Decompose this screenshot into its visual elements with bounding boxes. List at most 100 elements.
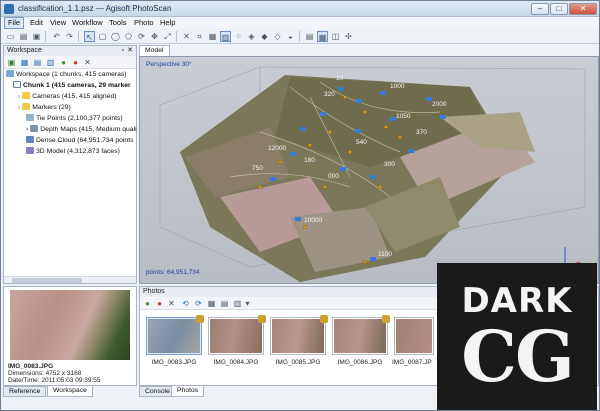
menu-tools[interactable]: Tools: [106, 18, 130, 27]
tab-reference[interactable]: Reference: [3, 386, 47, 397]
delete-selection-icon[interactable]: ✕: [181, 31, 192, 42]
menu-photo[interactable]: Photo: [131, 18, 157, 27]
crop-selection-icon[interactable]: ⌗: [194, 31, 205, 42]
minimize-button[interactable]: –: [531, 3, 549, 15]
reset-filter-icon[interactable]: ▦: [206, 298, 217, 309]
menu-view[interactable]: View: [47, 18, 69, 27]
menu-help[interactable]: Help: [157, 18, 178, 27]
tree-cameras[interactable]: › Cameras (415, 415 aligned): [18, 92, 117, 102]
circle-selection-icon[interactable]: ◯: [110, 31, 121, 42]
tree-dense-cloud[interactable]: Dense Cloud (64,951,734 points: [26, 136, 134, 146]
textured-model-icon[interactable]: ◒: [285, 31, 296, 42]
marker-icon[interactable]: [362, 259, 367, 264]
rotate-left-icon[interactable]: ⟲: [180, 298, 191, 309]
camera-icon[interactable]: [370, 257, 376, 261]
dense-cloud-icon[interactable]: ◈: [246, 31, 257, 42]
point-cloud-icon[interactable]: ⁘: [233, 31, 244, 42]
redo-icon[interactable]: ↷: [64, 31, 75, 42]
show-trackball-icon[interactable]: ◫: [330, 31, 341, 42]
marker-icon[interactable]: [277, 159, 282, 164]
maximize-button[interactable]: □: [550, 3, 568, 15]
close-pane-icon[interactable]: ✕: [127, 46, 133, 56]
add-photos-icon[interactable]: ▦: [19, 57, 30, 68]
disable-icon[interactable]: ●: [70, 57, 81, 68]
close-button[interactable]: ✕: [569, 3, 597, 15]
marker-icon[interactable]: [302, 224, 307, 229]
tree-workspace-root[interactable]: Workspace (1 chunks, 415 cameras): [6, 70, 127, 80]
photo-thumbnail[interactable]: [332, 315, 390, 355]
show-markers-icon[interactable]: ▤: [304, 31, 315, 42]
menu-file[interactable]: File: [4, 17, 25, 29]
chevron-down-icon[interactable]: ▾: [242, 298, 253, 309]
rotate-object-icon[interactable]: ⟳: [136, 31, 147, 42]
resize-region-icon[interactable]: ⤢: [162, 31, 173, 42]
remove-items-icon[interactable]: ✕: [82, 57, 93, 68]
photo-thumbnail[interactable]: [146, 315, 204, 355]
scroll-thumb[interactable]: [12, 278, 82, 283]
reset-view-icon[interactable]: ✣: [343, 31, 354, 42]
marker-icon[interactable]: [383, 124, 388, 129]
camera-icon[interactable]: [295, 217, 301, 221]
undo-icon[interactable]: ↶: [51, 31, 62, 42]
solid-model-icon[interactable]: ◇: [272, 31, 283, 42]
free-form-selection-icon[interactable]: ⬠: [123, 31, 134, 42]
tree-tie-points[interactable]: Tie Points (2,100,377 points): [26, 114, 123, 124]
tree-markers[interactable]: › Markers (29): [18, 103, 71, 113]
tab-workspace[interactable]: Workspace: [47, 386, 93, 397]
new-icon[interactable]: ▭: [5, 31, 16, 42]
marker-icon[interactable]: [398, 134, 403, 139]
workspace-horizontal-scrollbar[interactable]: [4, 276, 136, 283]
marker-icon[interactable]: [257, 184, 262, 189]
photo-thumbnail[interactable]: [394, 317, 434, 355]
camera-icon[interactable]: [408, 149, 414, 153]
marker-icon[interactable]: [342, 95, 347, 100]
marker-icon[interactable]: [362, 110, 367, 115]
camera-icon[interactable]: [338, 87, 344, 91]
filter-icon[interactable]: ▤: [219, 298, 230, 309]
expand-arrow-icon[interactable]: ›: [18, 104, 20, 111]
tab-photos[interactable]: Photos: [171, 386, 205, 397]
show-cameras-icon[interactable]: ▦: [207, 31, 218, 42]
show-shapes-icon[interactable]: ▦: [317, 31, 328, 42]
camera-icon[interactable]: [355, 129, 361, 133]
camera-icon[interactable]: [300, 127, 306, 131]
navigation-icon[interactable]: ↖: [84, 31, 95, 42]
menu-workflow[interactable]: Workflow: [69, 18, 106, 27]
expand-arrow-icon[interactable]: ›: [18, 93, 20, 100]
camera-icon[interactable]: [356, 99, 362, 103]
rotate-right-icon[interactable]: ⟳: [193, 298, 204, 309]
shaded-model-icon[interactable]: ◆: [259, 31, 270, 42]
marker-icon[interactable]: [347, 149, 352, 154]
tree-chunk[interactable]: Chunk 1 (415 cameras, 29 marker: [13, 81, 131, 91]
camera-icon[interactable]: [380, 91, 386, 95]
expand-arrow-icon[interactable]: ›: [26, 126, 28, 133]
camera-icon[interactable]: [290, 152, 296, 156]
camera-icon[interactable]: [340, 167, 346, 171]
remove-cameras-icon[interactable]: ✕: [166, 298, 177, 309]
photo-thumbnail[interactable]: [208, 315, 266, 355]
open-icon[interactable]: ▤: [18, 31, 29, 42]
tree-depth-maps[interactable]: › Depth Maps (415, Medium quali: [26, 125, 137, 135]
enable-cameras-icon[interactable]: ●: [142, 298, 153, 309]
menu-edit[interactable]: Edit: [27, 18, 46, 27]
import-icon[interactable]: ▥: [45, 57, 56, 68]
disable-cameras-icon[interactable]: ●: [154, 298, 165, 309]
move-object-icon[interactable]: ✥: [149, 31, 160, 42]
marker-icon[interactable]: [307, 142, 312, 147]
marker-icon[interactable]: [322, 184, 327, 189]
model-viewport[interactable]: Perspective 30° points: 64,951,734 10 32…: [139, 56, 599, 284]
save-icon[interactable]: ▣: [31, 31, 42, 42]
tab-model[interactable]: Model: [139, 45, 170, 56]
marker-icon[interactable]: [377, 184, 382, 189]
camera-icon[interactable]: [270, 177, 276, 181]
float-pane-icon[interactable]: ▫: [122, 46, 124, 56]
camera-icon[interactable]: [440, 115, 446, 119]
add-chunk-icon[interactable]: ▣: [6, 57, 17, 68]
photo-thumbnail[interactable]: [270, 315, 328, 355]
tree-3d-model[interactable]: 3D Model (4,312,873 faces): [26, 147, 120, 157]
camera-icon[interactable]: [320, 112, 326, 116]
enable-icon[interactable]: ●: [58, 57, 69, 68]
show-region-icon[interactable]: ▥: [220, 31, 231, 42]
rectangle-selection-icon[interactable]: ▢: [97, 31, 108, 42]
camera-icon[interactable]: [370, 175, 376, 179]
